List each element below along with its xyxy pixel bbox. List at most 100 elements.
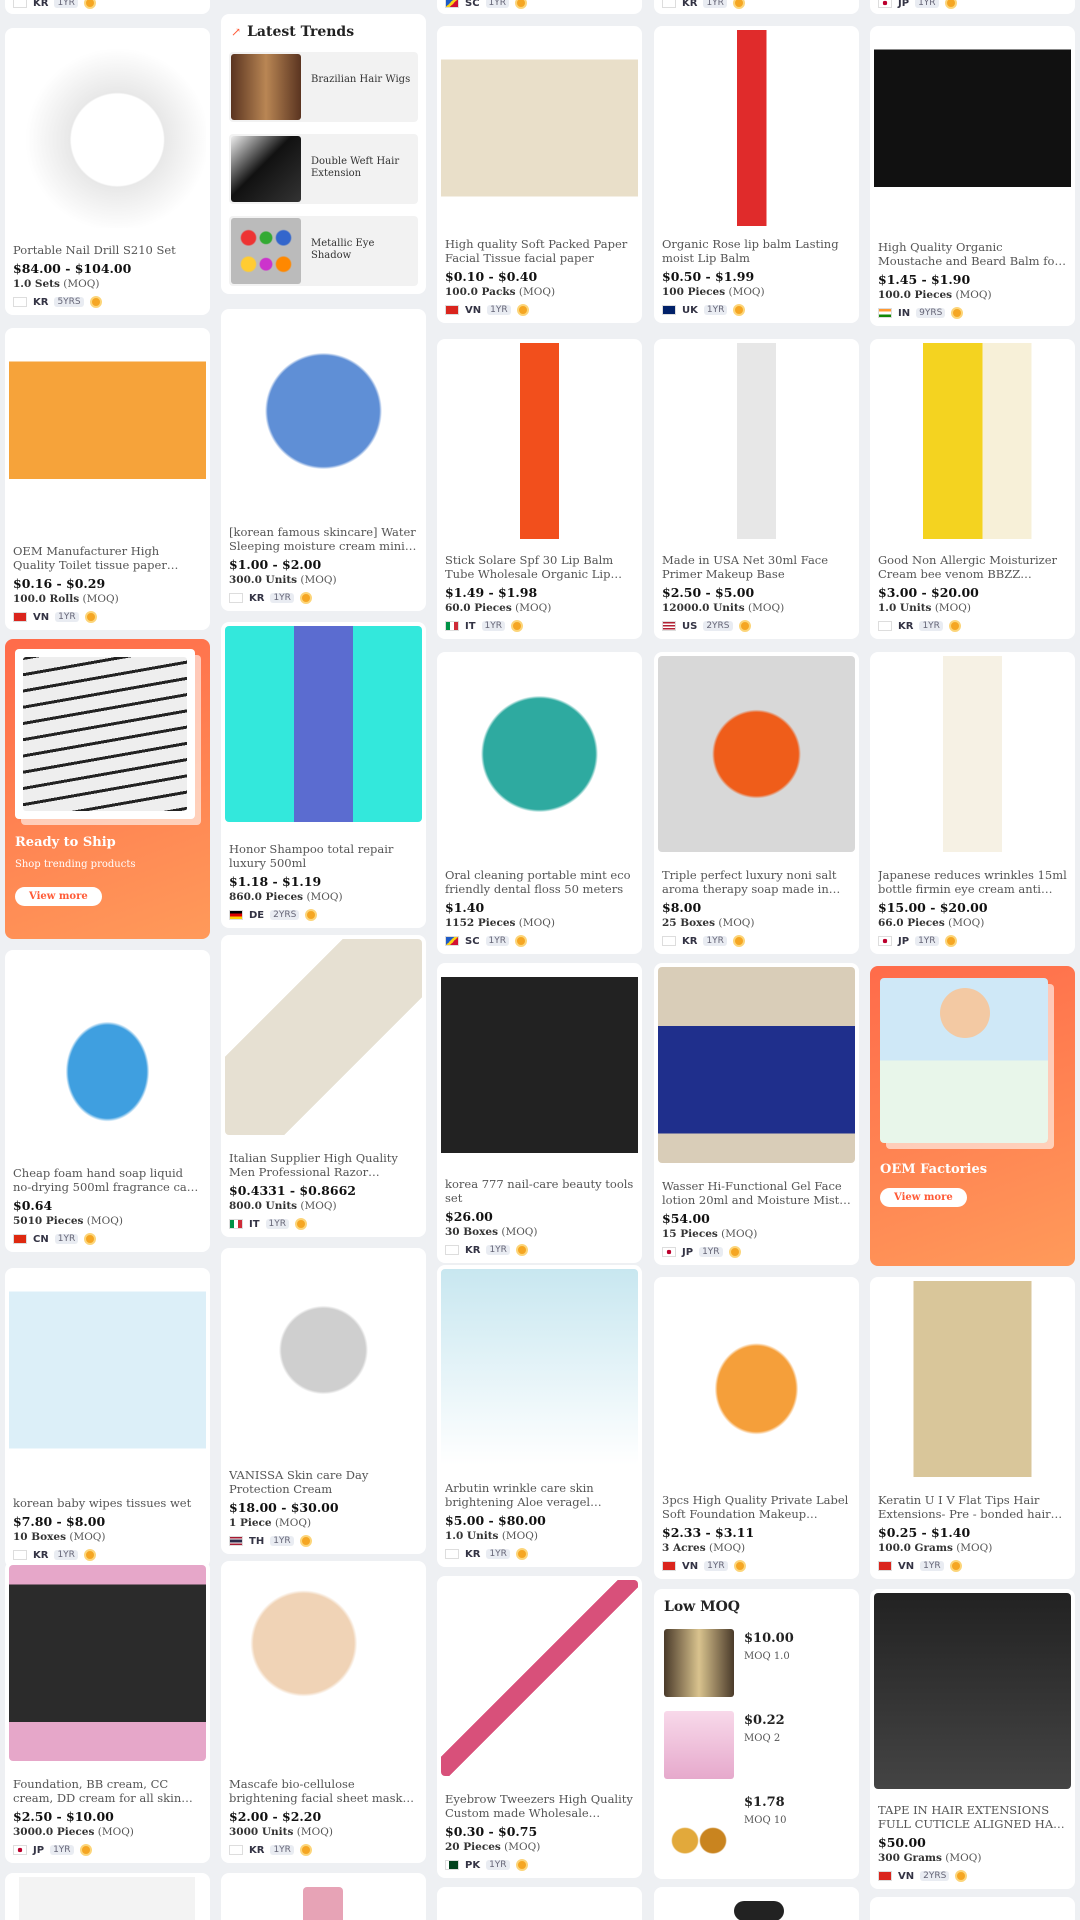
low-moq-item[interactable]: $1.78 MOQ 10 bbox=[662, 1791, 851, 1863]
product-title[interactable]: 3pcs High Quality Private Label Soft Fou… bbox=[662, 1493, 851, 1521]
product-image[interactable] bbox=[658, 343, 855, 539]
product-title[interactable]: Triple perfect luxury noni salt aroma th… bbox=[662, 868, 851, 896]
product-card-partial[interactable] bbox=[870, 1897, 1075, 1920]
product-card-partial[interactable]: KR 1YR bbox=[5, 0, 210, 14]
product-card[interactable]: Triple perfect luxury noni salt aroma th… bbox=[654, 652, 859, 954]
product-card[interactable]: High Quality Organic Moustache and Beard… bbox=[870, 26, 1075, 326]
product-title[interactable]: TAPE IN HAIR EXTENSIONS FULL CUTICLE ALI… bbox=[878, 1803, 1067, 1831]
product-card[interactable]: OEM Manufacturer High Quality Toilet tis… bbox=[5, 328, 210, 630]
product-image[interactable] bbox=[658, 967, 855, 1163]
product-title[interactable]: Eyebrow Tweezers High Quality Custom mad… bbox=[445, 1792, 634, 1820]
product-card-partial[interactable] bbox=[437, 1887, 642, 1920]
product-card[interactable]: Mascafe bio-cellulose brightening facial… bbox=[221, 1561, 426, 1863]
product-title[interactable]: Good Non Allergic Moisturizer Cream bee … bbox=[878, 553, 1067, 581]
product-image[interactable] bbox=[441, 343, 638, 539]
product-title[interactable]: Keratin U I V Flat Tips Hair Extensions-… bbox=[878, 1493, 1067, 1521]
product-card[interactable]: Honor Shampoo total repair luxury 500ml … bbox=[221, 622, 426, 928]
product-image[interactable] bbox=[874, 1281, 1071, 1477]
product-image[interactable] bbox=[9, 32, 206, 228]
oem-factories-banner[interactable]: OEM Factories View more bbox=[870, 966, 1075, 1266]
product-image[interactable] bbox=[658, 656, 855, 852]
view-more-button[interactable]: View more bbox=[880, 1188, 967, 1207]
ready-to-ship-banner[interactable]: Ready to Ship Shop trending products Vie… bbox=[5, 639, 210, 939]
low-moq-item[interactable]: $10.00 MOQ 1.0 bbox=[662, 1627, 851, 1699]
product-image[interactable] bbox=[874, 343, 1071, 539]
product-title[interactable]: Stick Solare Spf 30 Lip Balm Tube Wholes… bbox=[445, 553, 634, 581]
product-image[interactable] bbox=[441, 1580, 638, 1776]
product-card[interactable]: Foundation, BB cream, CC cream, DD cream… bbox=[5, 1561, 210, 1863]
product-title[interactable]: High Quality Organic Moustache and Beard… bbox=[878, 240, 1067, 268]
product-card-partial[interactable] bbox=[221, 1873, 426, 1920]
product-title[interactable]: Honor Shampoo total repair luxury 500ml bbox=[229, 842, 418, 870]
product-card[interactable]: VANISSA Skin care Day Protection Cream $… bbox=[221, 1248, 426, 1554]
product-title[interactable]: Foundation, BB cream, CC cream, DD cream… bbox=[13, 1777, 202, 1805]
product-title[interactable]: Made in USA Net 30ml Face Primer Makeup … bbox=[662, 553, 851, 581]
product-image[interactable] bbox=[225, 313, 422, 509]
product-card[interactable]: 3pcs High Quality Private Label Soft Fou… bbox=[654, 1277, 859, 1579]
product-title[interactable]: Mascafe bio-cellulose brightening facial… bbox=[229, 1777, 418, 1805]
product-card[interactable]: Eyebrow Tweezers High Quality Custom mad… bbox=[437, 1576, 642, 1878]
product-card[interactable]: Arbutin wrinkle care skin brightening Al… bbox=[437, 1265, 642, 1567]
product-image[interactable] bbox=[441, 1269, 638, 1465]
product-card[interactable]: [korean famous skincare] Water Sleeping … bbox=[221, 309, 426, 611]
low-moq-item[interactable]: $0.22 MOQ 2 bbox=[662, 1709, 851, 1781]
product-card-partial[interactable] bbox=[654, 1887, 859, 1920]
product-title[interactable]: Oral cleaning portable mint eco friendly… bbox=[445, 868, 634, 896]
product-card[interactable]: Made in USA Net 30ml Face Primer Makeup … bbox=[654, 339, 859, 639]
view-more-button[interactable]: View more bbox=[15, 887, 102, 906]
product-card[interactable]: Italian Supplier High Quality Men Profes… bbox=[221, 935, 426, 1237]
product-card[interactable]: Organic Rose lip balm Lasting moist Lip … bbox=[654, 26, 859, 323]
product-image[interactable] bbox=[225, 1252, 422, 1448]
product-card-partial[interactable]: KR 1YR bbox=[654, 0, 859, 14]
product-image[interactable] bbox=[225, 939, 422, 1135]
product-title[interactable]: [korean famous skincare] Water Sleeping … bbox=[229, 525, 418, 553]
product-image[interactable] bbox=[225, 626, 422, 822]
product-title[interactable]: Arbutin wrinkle care skin brightening Al… bbox=[445, 1481, 634, 1509]
product-title[interactable]: Wasser Hi-Functional Gel Face lotion 20m… bbox=[662, 1179, 851, 1207]
product-card[interactable]: Japanese reduces wrinkles 15ml bottle fi… bbox=[870, 652, 1075, 954]
product-title[interactable]: Japanese reduces wrinkles 15ml bottle fi… bbox=[878, 868, 1067, 896]
product-card[interactable]: Good Non Allergic Moisturizer Cream bee … bbox=[870, 339, 1075, 639]
product-image[interactable] bbox=[441, 967, 638, 1163]
product-title[interactable]: Italian Supplier High Quality Men Profes… bbox=[229, 1151, 418, 1179]
product-card[interactable]: Portable Nail Drill S210 Set $84.00 - $1… bbox=[5, 28, 210, 315]
product-image[interactable] bbox=[9, 1272, 206, 1468]
product-title[interactable]: korean baby wipes tissues wet bbox=[13, 1496, 202, 1510]
product-card[interactable]: Cheap foam hand soap liquid no-drying 50… bbox=[5, 950, 210, 1252]
product-title[interactable]: OEM Manufacturer High Quality Toilet tis… bbox=[13, 544, 202, 572]
product-card-partial[interactable] bbox=[5, 1873, 210, 1920]
product-card-partial[interactable]: SC 1YR bbox=[437, 0, 642, 14]
product-image[interactable] bbox=[225, 1565, 422, 1761]
product-title[interactable]: Cheap foam hand soap liquid no-drying 50… bbox=[13, 1166, 202, 1194]
product-image[interactable] bbox=[9, 1565, 206, 1761]
product-card[interactable]: korean baby wipes tissues wet $7.80 - $8… bbox=[5, 1268, 210, 1568]
product-card[interactable]: korea 777 nail-care beauty tools set $26… bbox=[437, 963, 642, 1263]
product-title[interactable]: High quality Soft Packed Paper Facial Ti… bbox=[445, 237, 634, 265]
trend-item[interactable]: Brazilian Hair Wigs bbox=[229, 52, 418, 122]
product-title[interactable]: Portable Nail Drill S210 Set bbox=[13, 243, 202, 257]
product-image[interactable] bbox=[441, 656, 638, 852]
product-card[interactable]: Oral cleaning portable mint eco friendly… bbox=[437, 652, 642, 954]
product-card[interactable]: Wasser Hi-Functional Gel Face lotion 20m… bbox=[654, 963, 859, 1265]
product-image[interactable] bbox=[874, 656, 1071, 852]
medal-icon bbox=[516, 304, 529, 316]
product-title[interactable]: korea 777 nail-care beauty tools set bbox=[445, 1177, 634, 1205]
product-image[interactable] bbox=[658, 30, 855, 226]
product-title[interactable]: VANISSA Skin care Day Protection Cream bbox=[229, 1468, 418, 1496]
supplier-meta: TH 1YR bbox=[229, 1534, 418, 1548]
product-card-partial[interactable]: JP 1YR bbox=[870, 0, 1075, 14]
product-card[interactable]: Keratin U I V Flat Tips Hair Extensions-… bbox=[870, 1277, 1075, 1579]
product-image[interactable] bbox=[874, 1593, 1071, 1789]
product-image[interactable] bbox=[441, 30, 638, 226]
product-title[interactable]: Organic Rose lip balm Lasting moist Lip … bbox=[662, 237, 851, 265]
product-card[interactable]: High quality Soft Packed Paper Facial Ti… bbox=[437, 26, 642, 323]
trend-item[interactable]: Metallic Eye Shadow bbox=[229, 216, 418, 286]
product-image[interactable] bbox=[9, 954, 206, 1150]
product-image[interactable] bbox=[658, 1281, 855, 1477]
trend-item[interactable]: Double Weft Hair Extension bbox=[229, 134, 418, 204]
product-image[interactable] bbox=[9, 332, 206, 528]
product-moq: 300 Grams (MOQ) bbox=[878, 1852, 982, 1864]
product-card[interactable]: Stick Solare Spf 30 Lip Balm Tube Wholes… bbox=[437, 339, 642, 639]
product-card[interactable]: TAPE IN HAIR EXTENSIONS FULL CUTICLE ALI… bbox=[870, 1589, 1075, 1889]
product-image[interactable] bbox=[874, 30, 1071, 226]
